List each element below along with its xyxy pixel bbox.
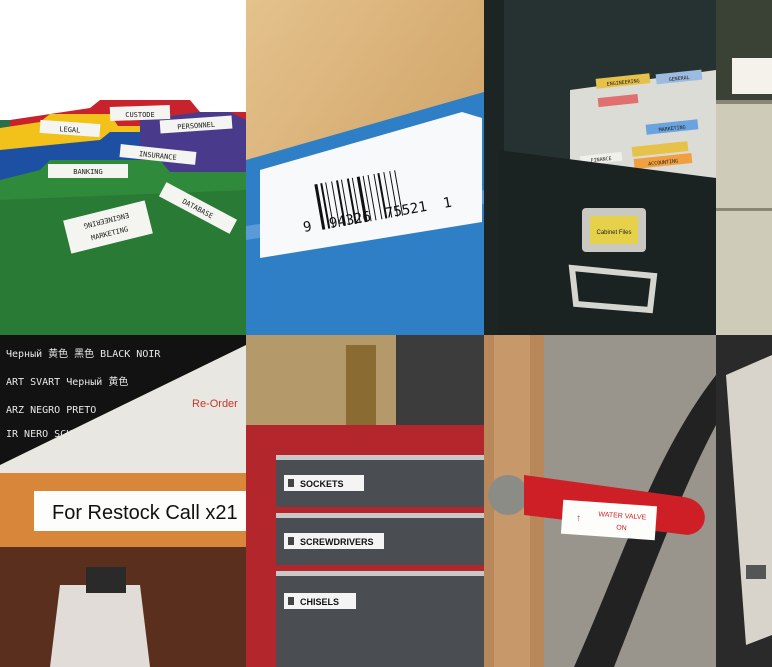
arrow-up-icon: ↑ [576, 513, 582, 524]
tape-label-text: CUSTODE [125, 111, 155, 119]
tile-cabinet: ENGINEERING GENERAL MARKETING ACCOUNTING… [484, 0, 716, 335]
tile-restock: Черный 黄色 黑色 BLACK NOIR ART SVART Черный… [0, 335, 246, 667]
multilang-row: ART SVART Черный 黄色 [6, 375, 128, 388]
drawer-label-text: SCREWDRIVERS [300, 537, 374, 547]
folders-photo: CUSTODE LEGAL PERSONNEL INSURANCE BANKIN… [0, 0, 246, 335]
tile-barcode: 9 94326 75521 1 [246, 0, 484, 335]
drawer-label-text: Cabinet Files [596, 230, 631, 236]
tile-cabinet-edge [716, 0, 772, 335]
tile-folders: CUSTODE LEGAL PERSONNEL INSURANCE BANKIN… [0, 0, 246, 335]
valve-photo: ↑ WATER VALVE ON [484, 335, 716, 667]
drawer-label-1: SOCKETS [284, 475, 364, 491]
multilang-row: IR NERO SCH [6, 429, 72, 440]
valve-tag-line2: ON [616, 525, 627, 533]
tile-equipment-edge [716, 335, 772, 667]
cabinet-edge-photo [716, 0, 772, 335]
drawer-label-2: SCREWDRIVERS [284, 533, 384, 549]
drawer-chisels [276, 571, 484, 667]
tile-toolbox: SOCKETS SCREWDRIVERS CHISELS [246, 335, 484, 667]
drawer-label-text: SOCKETS [300, 479, 344, 489]
barcode-photo: 9 94326 75521 1 [246, 0, 484, 335]
restock-photo: Черный 黄色 黑色 BLACK NOIR ART SVART Черный… [0, 335, 246, 667]
multilang-row: Черный 黄色 黑色 BLACK NOIR [6, 347, 161, 360]
equipment-edge-photo [716, 335, 772, 667]
tape-label-1: CUSTODE [109, 104, 171, 122]
tape-label-text: LEGAL [59, 125, 81, 134]
reorder-text: Re-Order [192, 398, 238, 410]
multilang-row: ARZ NEGRO PRETO [6, 405, 96, 416]
cabinet-photo: ENGINEERING GENERAL MARKETING ACCOUNTING… [484, 0, 716, 335]
drawer-label-3: CHISELS [284, 593, 356, 609]
valve-nut [488, 475, 528, 515]
tape-label-5: BANKING [48, 164, 128, 178]
label-collage: CUSTODE LEGAL PERSONNEL INSURANCE BANKIN… [0, 0, 772, 667]
shelf-label-text: For Restock Call x21 [52, 502, 238, 524]
tile-valve: ↑ WATER VALVE ON [484, 335, 716, 667]
tape-label-text: BANKING [73, 168, 103, 176]
toolbox-photo: SOCKETS SCREWDRIVERS CHISELS [246, 335, 484, 667]
drawer-label-text: CHISELS [300, 597, 339, 607]
